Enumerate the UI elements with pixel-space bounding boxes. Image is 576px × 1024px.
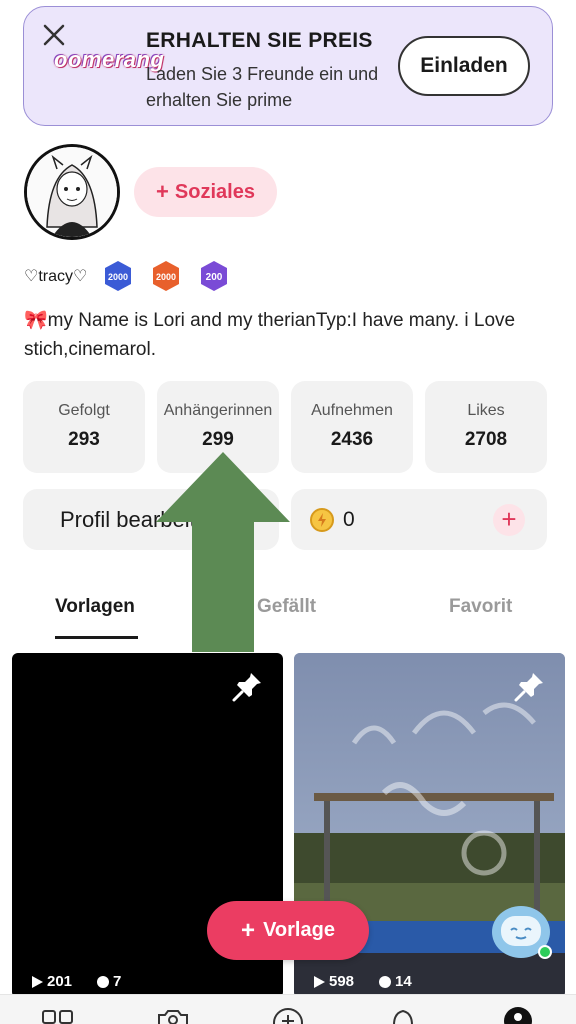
social-label: Soziales: [174, 180, 255, 203]
coin-value: 0: [343, 507, 355, 531]
username-row: ♡tracy♡ 2000 2000 200: [24, 258, 245, 294]
badge-3-label: 200: [206, 272, 223, 283]
bottom-nav: [0, 994, 576, 1024]
badge-2000-orange[interactable]: 2000: [149, 259, 183, 293]
coin-balance[interactable]: 0 +: [291, 489, 547, 550]
camera-icon[interactable]: [155, 1003, 191, 1024]
badge-1-label: 2000: [108, 272, 128, 282]
badge-2000-blue[interactable]: 2000: [101, 259, 135, 293]
add-coins-button[interactable]: +: [493, 504, 525, 536]
play-icon: [314, 975, 325, 988]
close-icon[interactable]: [40, 21, 68, 49]
stat-following[interactable]: Gefolgt 293: [23, 381, 145, 473]
profile-bio: 🎀my Name is Lori and my therianTyp:I hav…: [24, 310, 516, 360]
play-icon: [32, 975, 43, 988]
promo-title: ERHALTEN SIE PREIS: [146, 29, 373, 52]
play-count: 598: [329, 973, 355, 990]
overlay-arrow: [156, 452, 290, 652]
assistant-bot-icon[interactable]: [491, 902, 553, 960]
stat-label: Aufnehmen: [311, 402, 393, 419]
social-button[interactable]: + Soziales: [134, 167, 277, 217]
comment-icon: [379, 975, 392, 988]
tab-underline: [55, 636, 138, 639]
plus-icon: +: [156, 179, 169, 204]
play-count: 201: [47, 973, 73, 990]
stat-value: 2436: [330, 429, 374, 450]
card-stats: 201 7: [30, 973, 121, 990]
promo-subtitle: Laden Sie 3 Freunde ein und erhalten Sie…: [146, 64, 379, 110]
fab-label: Vorlage: [263, 919, 335, 941]
grid-icon[interactable]: [40, 1003, 76, 1024]
avatar-illustration: [27, 147, 117, 237]
pin-icon[interactable]: [231, 669, 265, 703]
create-template-button[interactable]: + Vorlage: [207, 901, 369, 960]
plus-icon: +: [241, 916, 256, 944]
stat-value: 299: [202, 429, 234, 450]
stat-label: Likes: [467, 402, 505, 419]
invite-button[interactable]: Einladen: [398, 36, 530, 96]
stat-recordings[interactable]: Aufnehmen 2436: [291, 381, 413, 473]
avatar[interactable]: [24, 144, 120, 240]
stat-value: 293: [68, 429, 100, 450]
tab-favorites[interactable]: Favorit: [449, 596, 512, 618]
comment-icon: [97, 975, 110, 988]
tab-templates[interactable]: Vorlagen: [55, 596, 135, 618]
bell-icon[interactable]: [385, 1003, 421, 1024]
profile-icon[interactable]: [500, 1003, 536, 1024]
stat-label: Gefolgt: [58, 402, 110, 419]
badge-200-purple[interactable]: 200: [197, 259, 231, 293]
pin-icon[interactable]: [513, 669, 547, 703]
stat-label: Anhängerinnen: [163, 402, 273, 419]
comment-count: 7: [113, 973, 122, 990]
coin-icon: [310, 507, 334, 532]
promo-banner: oomerang ERHALTEN SIE PREIS Laden Sie 3 …: [23, 6, 553, 126]
stat-value: 2708: [464, 429, 508, 450]
badge-2-label: 2000: [156, 272, 176, 282]
add-circle-icon[interactable]: [270, 1003, 306, 1024]
stat-likes[interactable]: Likes 2708: [425, 381, 547, 473]
card-stats: 598 14: [312, 973, 412, 990]
username: ♡tracy♡: [24, 268, 88, 285]
comment-count: 14: [395, 973, 412, 990]
